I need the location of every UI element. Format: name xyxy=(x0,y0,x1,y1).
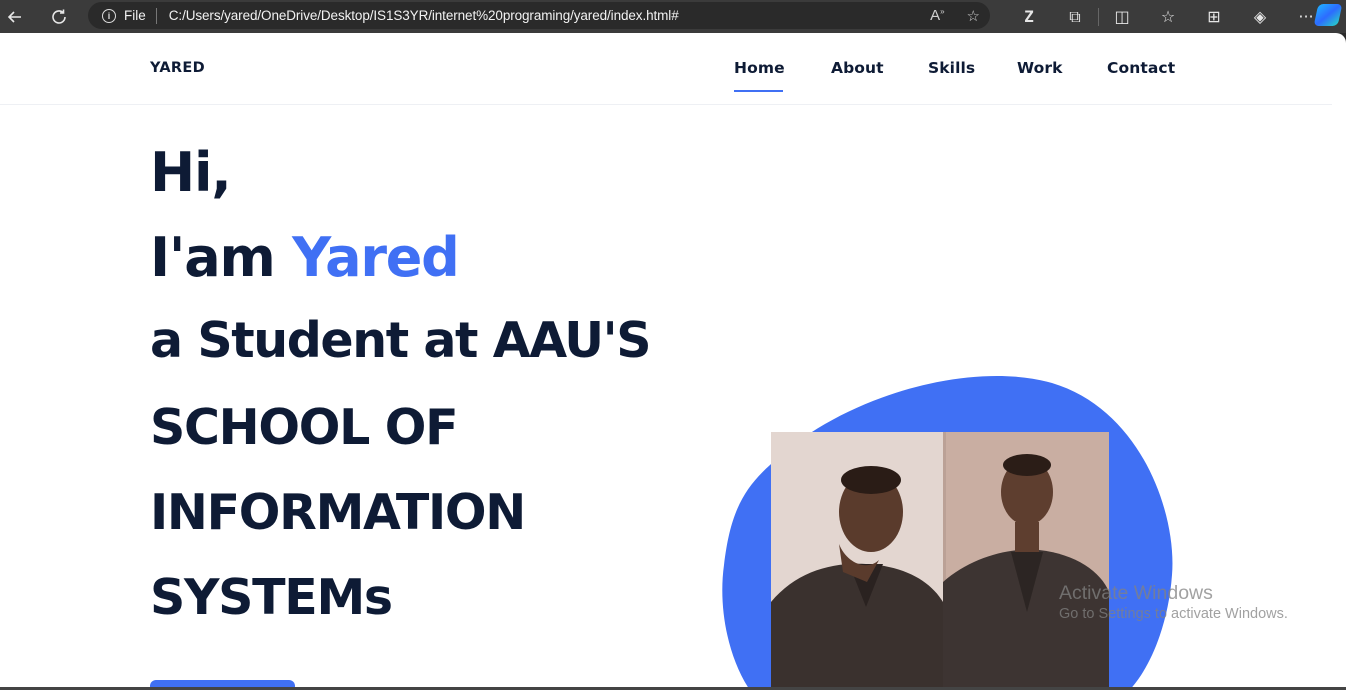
favorites-icon[interactable]: ☆ xyxy=(1145,7,1191,26)
nav-contact[interactable]: Contact xyxy=(1107,59,1175,77)
address-divider xyxy=(155,7,157,24)
nav-skills[interactable]: Skills xyxy=(928,59,975,77)
watermark-subtitle: Go to Settings to activate Windows. xyxy=(1059,606,1288,622)
nav-home[interactable]: Home xyxy=(734,59,785,77)
hero-cta-button[interactable] xyxy=(150,680,295,687)
copilot-icon[interactable] xyxy=(1313,4,1343,26)
extensions-icon[interactable]: ⧉ xyxy=(1052,7,1098,27)
browser-essentials-icon[interactable]: ◈ xyxy=(1237,7,1283,26)
browser-toolbar: i File C:/Users/yared/OneDrive/Desktop/I… xyxy=(0,0,1346,33)
hero-line-4: SCHOOL OF xyxy=(150,399,459,456)
refresh-icon[interactable] xyxy=(44,3,74,31)
favorite-star-icon[interactable]: ☆ xyxy=(967,7,980,25)
z-extension-icon[interactable]: Z xyxy=(1006,7,1052,26)
nav-about[interactable]: About xyxy=(831,59,884,77)
site-header: YARED Home About Skills Work Contact xyxy=(0,33,1332,105)
info-icon[interactable]: i xyxy=(102,8,116,23)
split-screen-icon[interactable]: ◫ xyxy=(1099,7,1145,26)
windows-activation-watermark: Activate Windows Go to Settings to activ… xyxy=(1059,582,1288,622)
profile-photo xyxy=(771,432,1109,687)
collections-icon[interactable]: ⊞ xyxy=(1191,7,1237,26)
address-bar[interactable]: i File C:/Users/yared/OneDrive/Desktop/I… xyxy=(88,2,990,29)
back-arrow-icon[interactable] xyxy=(0,3,30,31)
hero-line-3: a Student at AAU'S xyxy=(150,312,652,369)
site-logo[interactable]: YARED xyxy=(150,60,205,76)
hero-name: Yared xyxy=(292,226,460,289)
hero-intro-prefix: I'am xyxy=(150,226,293,289)
active-nav-indicator xyxy=(734,90,783,92)
nav-work[interactable]: Work xyxy=(1017,59,1063,77)
hero-line-5: INFORMATION xyxy=(150,484,526,541)
hero-line-6: SYSTEMs xyxy=(150,569,393,626)
hero-greeting: Hi, xyxy=(150,141,232,204)
hero-intro: I'am Yared xyxy=(150,226,460,289)
page-viewport: YARED Home About Skills Work Contact Hi,… xyxy=(0,33,1346,687)
read-aloud-icon[interactable]: A» xyxy=(930,7,944,24)
url-text[interactable]: C:/Users/yared/OneDrive/Desktop/IS1S3YR/… xyxy=(169,8,679,23)
watermark-title: Activate Windows xyxy=(1059,582,1213,604)
file-label: File xyxy=(124,8,146,23)
